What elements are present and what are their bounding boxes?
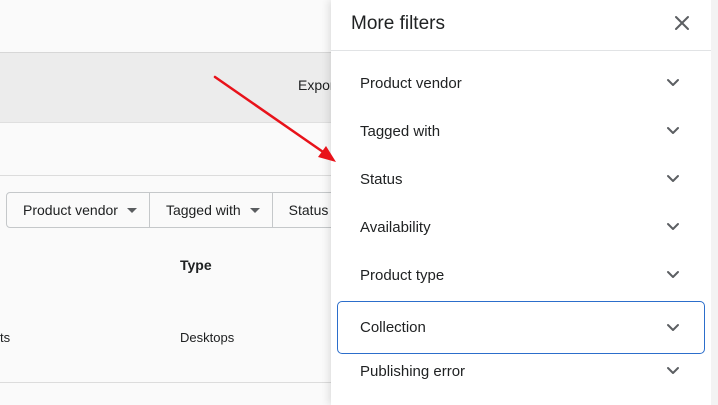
filter-item-label: Product type <box>360 266 445 284</box>
close-button[interactable] <box>671 12 693 34</box>
chevron-down-icon <box>667 127 679 134</box>
filter-item-label: Product vendor <box>360 74 462 92</box>
filter-item-product-vendor[interactable]: Product vendor <box>337 59 705 107</box>
panel-header: More filters <box>331 0 711 51</box>
filter-item-availability[interactable]: Availability <box>337 203 705 251</box>
filter-item-label: Tagged with <box>360 122 441 140</box>
filter-item-status[interactable]: Status <box>337 155 705 203</box>
filter-item-label: Collection <box>360 319 426 336</box>
chevron-down-icon <box>667 271 679 278</box>
filter-item-product-type[interactable]: Product type <box>337 251 705 299</box>
filter-item-label: Status <box>360 170 403 188</box>
chevron-down-icon <box>667 223 679 230</box>
filter-item-publishing-error[interactable]: Publishing error <box>337 347 705 395</box>
chevron-down-icon <box>667 175 679 182</box>
chevron-down-icon <box>667 79 679 86</box>
filter-item-label: Availability <box>360 218 431 236</box>
close-icon <box>675 16 689 30</box>
filter-list: Product vendor Tagged with Status Availa… <box>331 59 711 395</box>
filter-item-tagged-with[interactable]: Tagged with <box>337 107 705 155</box>
chevron-down-icon <box>667 367 679 374</box>
scrollbar[interactable] <box>711 0 718 405</box>
panel-title: More filters <box>351 13 445 34</box>
more-filters-panel: More filters Product vendor Tagged with … <box>331 0 711 405</box>
chevron-down-icon <box>667 323 679 331</box>
filter-item-label: Publishing error <box>360 362 466 380</box>
